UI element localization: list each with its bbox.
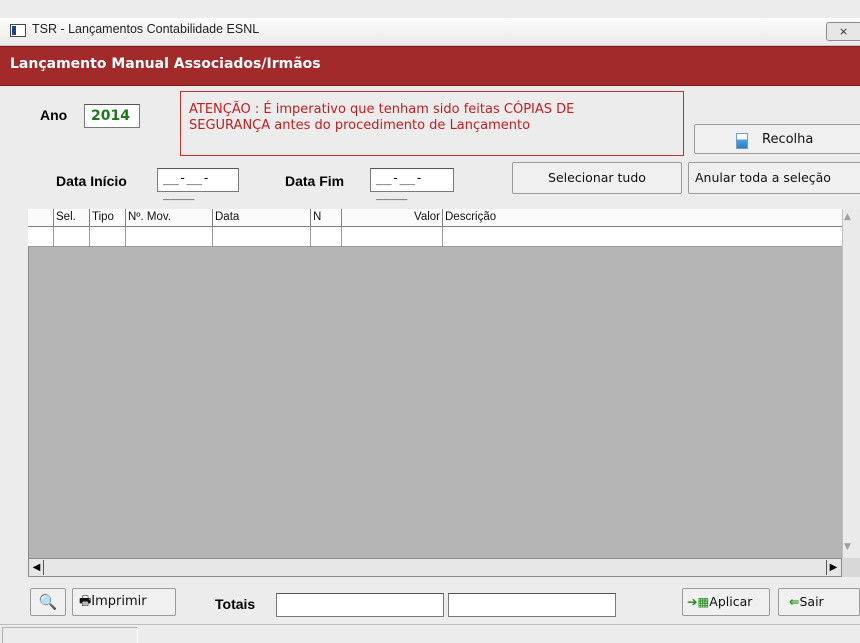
data-fim-field[interactable]: __-__-____ xyxy=(370,168,454,201)
column-header-data[interactable]: Data xyxy=(213,209,311,226)
total-field-1[interactable] xyxy=(276,593,444,617)
close-button[interactable]: ⨯ xyxy=(826,22,860,41)
print-preview-icon: 🔍 xyxy=(38,593,58,611)
grid-header: Sel. Tipo Nº. Mov. Data N Valor Descriçã… xyxy=(28,209,848,227)
apply-grid-icon: ➔▦ xyxy=(687,594,710,609)
data-grid[interactable] xyxy=(28,209,860,577)
vertical-scrollbar[interactable] xyxy=(842,209,860,577)
cell-num-mov[interactable] xyxy=(126,227,213,247)
row-indicator-cell xyxy=(28,227,54,247)
data-inicio-label: Data Início xyxy=(56,173,127,189)
select-all-button[interactable]: Selecionar tudo xyxy=(512,162,682,194)
cell-n[interactable] xyxy=(311,227,342,247)
data-fim-label: Data Fim xyxy=(285,173,345,189)
scroll-left-arrow-icon[interactable]: ◀ xyxy=(30,560,44,575)
print-preview-button[interactable]: 🔍 xyxy=(30,588,66,616)
total-field-2[interactable] xyxy=(448,593,616,617)
column-header-num-mov[interactable]: Nº. Mov. xyxy=(126,209,213,226)
grid-indicator-header xyxy=(28,209,54,226)
cell-descricao[interactable] xyxy=(443,227,843,247)
page-title: Lançamento Manual Associados/Irmãos xyxy=(10,56,321,72)
cell-valor[interactable] xyxy=(342,227,443,247)
scroll-right-arrow-icon[interactable]: ▶ xyxy=(826,560,840,575)
exit-button[interactable]: ⇐Sair xyxy=(778,588,860,616)
exit-button-label: Sair xyxy=(799,594,824,609)
print-button[interactable]: 🖶Imprimir xyxy=(72,588,176,616)
clear-selection-button[interactable]: Anular toda a seleção xyxy=(688,162,860,194)
recolha-button-label: Recolha xyxy=(762,132,814,147)
exit-door-icon: ⇐ xyxy=(789,594,800,609)
printer-icon: 🖶 xyxy=(79,594,92,609)
ano-field[interactable]: 2014 xyxy=(84,104,140,128)
warning-box: ATENÇÃO : É imperativo que tenham sido f… xyxy=(180,91,684,156)
status-panel xyxy=(2,627,138,643)
column-header-n[interactable]: N xyxy=(311,209,342,226)
apply-button[interactable]: ➔▦Aplicar xyxy=(682,588,770,616)
totais-label: Totais xyxy=(215,596,256,612)
scrollbar-corner xyxy=(842,558,860,577)
column-header-tipo[interactable]: Tipo xyxy=(90,209,126,226)
document-icon xyxy=(736,133,748,149)
warning-text-line1: ATENÇÃO : É imperativo que tenham sido f… xyxy=(189,102,575,117)
cell-tipo[interactable] xyxy=(90,227,126,247)
window-title: TSR - Lançamentos Contabilidade ESNL xyxy=(32,22,260,36)
print-button-label: Imprimir xyxy=(91,594,147,609)
ano-label: Ano xyxy=(40,107,68,123)
apply-button-label: Aplicar xyxy=(709,594,753,609)
column-header-valor[interactable]: Valor xyxy=(342,209,443,226)
app-window-icon xyxy=(10,24,26,37)
column-header-sel[interactable]: Sel. xyxy=(54,209,90,226)
cell-data[interactable] xyxy=(213,227,311,247)
warning-text-line2: SEGURANÇA antes do procedimento de Lança… xyxy=(189,118,531,133)
scroll-up-arrow-icon[interactable]: ▲ xyxy=(844,212,851,222)
column-header-descricao[interactable]: Descrição xyxy=(443,209,843,226)
horizontal-scrollbar[interactable] xyxy=(28,558,842,577)
data-inicio-field[interactable]: __-__-____ xyxy=(157,168,239,201)
table-row[interactable] xyxy=(28,227,848,247)
scroll-down-arrow-icon[interactable]: ▼ xyxy=(844,542,851,552)
cell-sel[interactable] xyxy=(54,227,90,247)
